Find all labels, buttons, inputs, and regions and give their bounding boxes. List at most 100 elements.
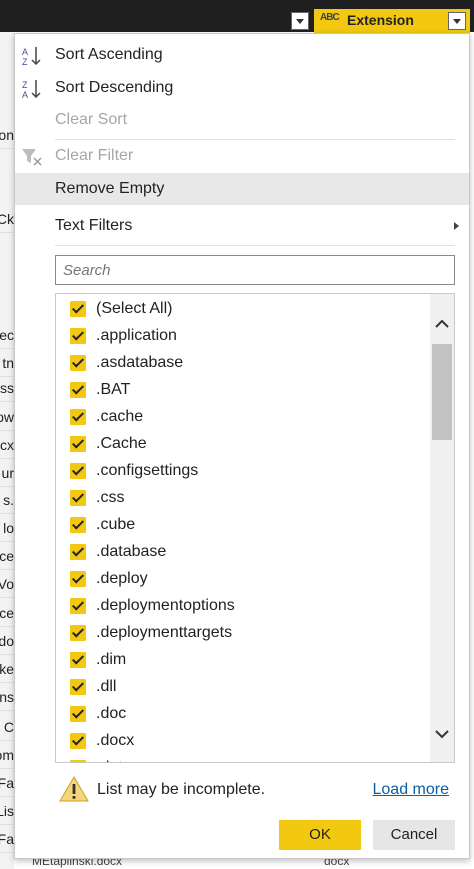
ok-button[interactable]: OK <box>279 820 361 850</box>
checkbox-checked-icon[interactable] <box>70 328 86 344</box>
scrollbar-thumb[interactable] <box>432 344 452 440</box>
background-cell-text: ce <box>0 548 14 564</box>
clear-filter-label: Clear Filter <box>55 147 134 164</box>
background-cell: ess <box>0 375 14 402</box>
checklist-label: .deploymentoptions <box>96 597 235 614</box>
checklist-row[interactable]: .dll <box>56 674 430 701</box>
checkbox-checked-icon[interactable] <box>70 409 86 425</box>
background-cell: ce <box>0 543 14 570</box>
background-cell: ow <box>0 404 14 431</box>
text-filters-item[interactable]: Text Filters <box>15 210 469 242</box>
checkbox-checked-icon[interactable] <box>70 463 86 479</box>
checklist-row[interactable]: .database <box>56 539 430 566</box>
load-more-link[interactable]: Load more <box>373 781 450 799</box>
checkbox-checked-icon[interactable] <box>70 517 86 533</box>
menu-divider <box>55 245 455 246</box>
text-type-icon: ABC <box>320 12 340 23</box>
previous-column-filter-button[interactable] <box>291 12 309 30</box>
checkbox-checked-icon[interactable] <box>70 544 86 560</box>
checkbox-checked-icon[interactable] <box>70 571 86 587</box>
background-cell-text: om <box>0 747 14 763</box>
sort-descending-label: Sort Descending <box>55 79 174 96</box>
checklist-row[interactable]: .dotx <box>56 755 430 762</box>
background-cell: ke <box>0 656 14 683</box>
checklist-label: .docx <box>96 732 135 749</box>
background-cell: on <box>0 122 14 149</box>
text-filters-label: Text Filters <box>55 217 133 234</box>
checklist-row[interactable]: .cache <box>56 404 430 431</box>
checklist-row[interactable]: .docx <box>56 728 430 755</box>
checklist-row[interactable]: .doc <box>56 701 430 728</box>
checklist-row[interactable]: .dim <box>56 647 430 674</box>
checkbox-checked-icon[interactable] <box>70 760 86 762</box>
checklist-label: .deploymenttargets <box>96 624 233 641</box>
background-cell-text: Fa <box>0 775 14 791</box>
bottom-row-extension: docx <box>324 858 350 868</box>
checklist-row[interactable]: .cube <box>56 512 430 539</box>
sort-ascending-item[interactable]: A Z Sort Ascending <box>15 39 469 71</box>
checkbox-checked-icon[interactable] <box>70 598 86 614</box>
list-scrollbar[interactable] <box>430 294 454 762</box>
background-cell-text: Lis <box>0 803 14 819</box>
checklist-label: .dotx <box>96 759 131 762</box>
column-filter-dropdown-button[interactable] <box>448 12 466 30</box>
checklist-label: .database <box>96 543 167 560</box>
svg-text:A: A <box>22 47 28 57</box>
checklist-row[interactable]: .asdatabase <box>56 350 430 377</box>
background-cell-text: ns <box>0 689 14 705</box>
checklist-label: .deploy <box>96 570 148 587</box>
checklist-row[interactable]: .Cache <box>56 431 430 458</box>
search-input[interactable] <box>55 255 455 285</box>
clear-filter-icon <box>22 149 42 166</box>
background-cell: Lis <box>0 798 14 825</box>
checklist-row[interactable]: .BAT <box>56 377 430 404</box>
background-cell-text: s. <box>3 492 14 508</box>
warning-icon <box>59 776 89 802</box>
svg-text:A: A <box>22 90 28 100</box>
checklist-row[interactable]: .deploymenttargets <box>56 620 430 647</box>
checklist-label: .cache <box>96 408 144 425</box>
checklist-label: .doc <box>96 705 127 722</box>
cancel-button[interactable]: Cancel <box>373 820 455 850</box>
remove-empty-item[interactable]: Remove Empty <box>15 173 469 205</box>
scroll-up-icon[interactable] <box>434 316 450 332</box>
checkbox-checked-icon[interactable] <box>70 679 86 695</box>
checkbox-checked-icon[interactable] <box>70 733 86 749</box>
clear-filter-item: Clear Filter <box>15 140 469 172</box>
checkbox-checked-icon[interactable] <box>70 652 86 668</box>
checklist-row[interactable]: .css <box>56 485 430 512</box>
checklist-label: .cube <box>96 516 136 533</box>
background-cell: Ck <box>0 206 14 233</box>
checklist-label: .dll <box>96 678 117 695</box>
background-cell: ce <box>0 600 14 627</box>
checkbox-checked-icon[interactable] <box>70 436 86 452</box>
checklist-label: (Select All) <box>96 300 173 317</box>
checkbox-checked-icon[interactable] <box>70 355 86 371</box>
select-all-row[interactable]: (Select All) <box>56 296 430 323</box>
checkbox-checked-icon[interactable] <box>70 706 86 722</box>
sort-descending-item[interactable]: Z A Sort Descending <box>15 72 469 104</box>
bottom-row-filename: MEtaplinski.docx <box>32 858 123 868</box>
checklist-row[interactable]: .configsettings <box>56 458 430 485</box>
background-cell: s. <box>0 487 14 514</box>
checkbox-checked-icon[interactable] <box>70 301 86 317</box>
column-header-extension[interactable]: ABC Extension <box>314 9 470 33</box>
background-cell: Vo <box>0 571 14 598</box>
background-bottom-row: MEtaplinski.docx docx <box>14 858 474 869</box>
checklist-label: .BAT <box>96 381 131 398</box>
background-cell-text: C <box>3 719 14 735</box>
sort-descending-icon: Z A <box>22 80 41 100</box>
checklist-label: .application <box>96 327 177 344</box>
checkbox-checked-icon[interactable] <box>70 625 86 641</box>
checklist-row[interactable]: .deploy <box>56 566 430 593</box>
scroll-down-icon[interactable] <box>434 726 450 742</box>
sort-ascending-label: Sort Ascending <box>55 46 163 63</box>
checklist-row[interactable]: .deploymentoptions <box>56 593 430 620</box>
checkbox-checked-icon[interactable] <box>70 382 86 398</box>
background-cell-text: ess <box>0 380 14 396</box>
background-cell-text: do <box>0 633 14 649</box>
checkbox-checked-icon[interactable] <box>70 490 86 506</box>
checklist-row[interactable]: .application <box>56 323 430 350</box>
background-cell-text: ow <box>0 409 14 425</box>
svg-text:Z: Z <box>22 57 28 67</box>
